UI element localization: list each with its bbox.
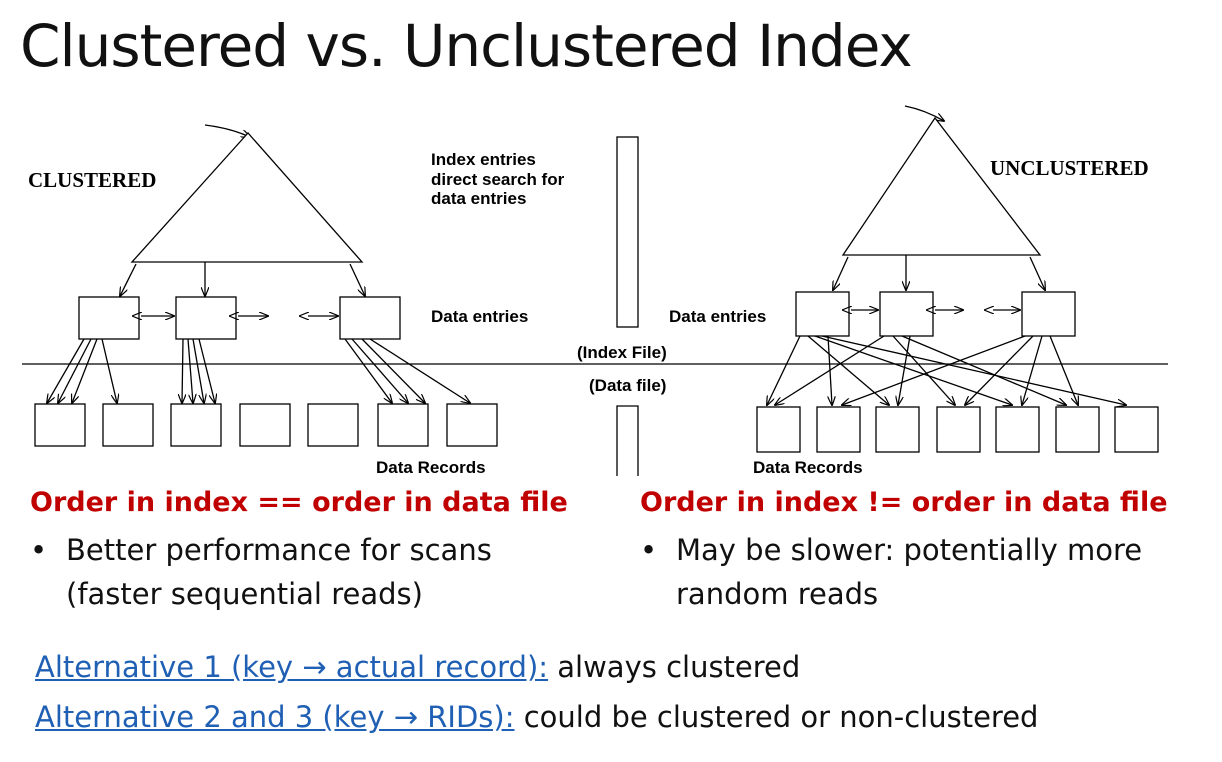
unclustered-heading: Order in index != order in data file [640, 487, 1168, 518]
clustered-pointers [47, 338, 470, 403]
alternative-2-link[interactable]: Alternative 2 and 3 (key → RIDs): [35, 700, 514, 734]
alternative-1-link[interactable]: Alternative 1 (key → actual record): [35, 650, 548, 684]
clustered-data-entries [78, 296, 401, 340]
alternative-1: Alternative 1 (key → actual record): alw… [35, 650, 800, 684]
unclustered-data-entries [795, 291, 1076, 337]
clustered-heading: Order in index == order in data file [30, 487, 568, 518]
bullet-line: May be slower: potentially more [676, 533, 1143, 567]
index-file-bar [616, 136, 639, 328]
bullet-dot: • [640, 533, 658, 567]
data-entries-label-left: Data entries [431, 307, 528, 326]
unclustered-bullet: • May be slower: potentially more random… [640, 528, 1210, 618]
data-file-label: (Data file) [589, 376, 666, 395]
root-pointer-right [904, 105, 944, 121]
unclustered-tree [833, 105, 1045, 290]
data-entries-label-right: Data entries [669, 307, 766, 326]
data-records-label-left: Data Records [376, 458, 486, 477]
bullet-dot: • [30, 533, 48, 567]
alternative-2-text: could be clustered or non-clustered [514, 700, 1039, 734]
index-diagram: CLUSTERED UNCLUSTERED Index entries dire… [22, 105, 1168, 477]
bullet-line: random reads [676, 577, 879, 611]
clustered-label: CLUSTERED [28, 168, 156, 192]
index-entries-line-3: data entries [431, 189, 526, 208]
bullet-line: (faster sequential reads) [66, 577, 423, 611]
data-records-label-right: Data Records [753, 458, 863, 477]
clustered-data-records [34, 403, 498, 447]
alternative-1-text: always clustered [548, 650, 801, 684]
unclustered-data-records [756, 406, 1159, 453]
index-file-label: (Index File) [577, 343, 667, 362]
index-triangle-right [841, 116, 1042, 256]
data-file-bar [616, 405, 639, 476]
clustered-tree [120, 124, 365, 296]
index-entries-line-2: direct search for [431, 170, 565, 189]
index-entries-line-1: Index entries [431, 150, 536, 169]
index-triangle-left [130, 132, 364, 263]
bullet-line: Better performance for scans [66, 533, 492, 567]
root-pointer-left [204, 124, 250, 137]
unclustered-pointers [767, 335, 1126, 405]
clustered-bullet: • Better performance for scans (faster s… [30, 528, 590, 618]
alternative-2: Alternative 2 and 3 (key → RIDs): could … [35, 700, 1038, 734]
unclustered-label: UNCLUSTERED [990, 156, 1149, 180]
